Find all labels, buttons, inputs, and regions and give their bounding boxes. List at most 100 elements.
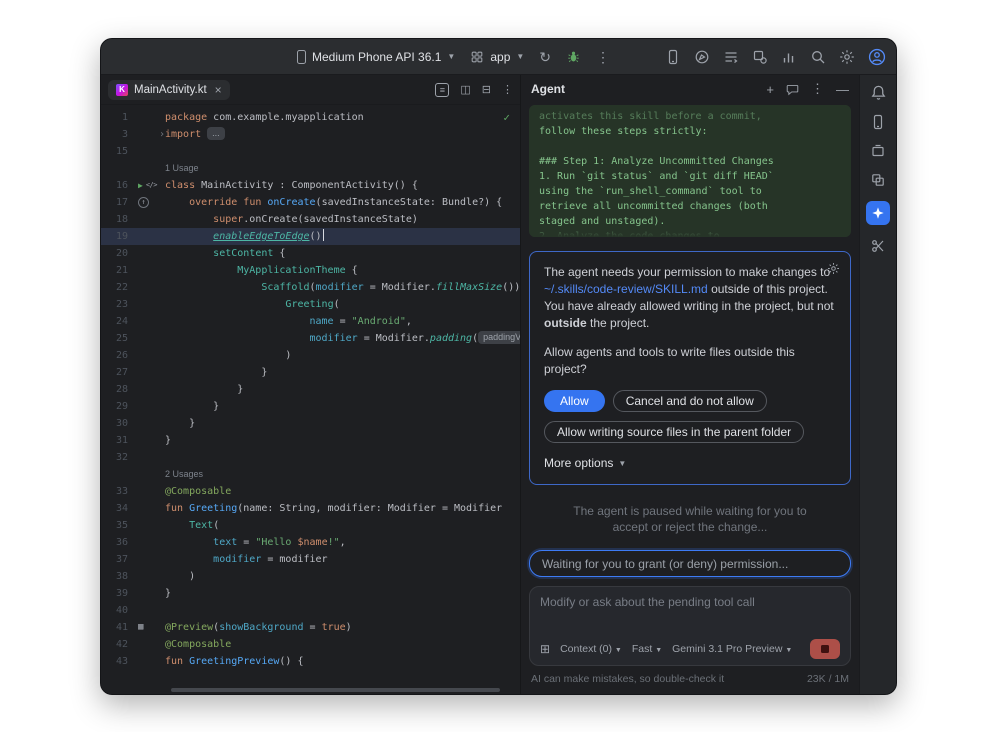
code-line[interactable]: 15 xyxy=(101,143,520,160)
code-line[interactable]: 40 xyxy=(101,602,520,619)
line-number[interactable]: 17 xyxy=(101,194,135,211)
split-down-icon[interactable]: ⊟ xyxy=(482,83,491,96)
line-number[interactable]: 16 xyxy=(101,177,135,194)
code-line[interactable]: 36 text = "Hello $name!", xyxy=(101,534,520,551)
line-number[interactable]: 42 xyxy=(101,636,135,653)
user-avatar[interactable] xyxy=(868,48,886,66)
code-line[interactable]: 33@Composable xyxy=(101,483,520,500)
code-line[interactable]: 23 Greeting( xyxy=(101,296,520,313)
code-line[interactable]: 31} xyxy=(101,432,520,449)
run-more-icon[interactable]: ⋮ xyxy=(596,50,610,64)
agent-more-icon[interactable]: ⋮ xyxy=(811,81,824,97)
line-number[interactable]: 18 xyxy=(101,211,135,228)
line-number[interactable]: 38 xyxy=(101,568,135,585)
line-number[interactable]: 34 xyxy=(101,500,135,517)
code-line[interactable]: 41▦@Preview(showBackground = true) xyxy=(101,619,520,636)
line-number[interactable] xyxy=(101,160,135,177)
usage-hint[interactable]: 2 Usages xyxy=(165,469,203,479)
debug-bug-icon[interactable] xyxy=(566,49,581,64)
code-line[interactable]: 39} xyxy=(101,585,520,602)
code-line[interactable]: 42@Composable xyxy=(101,636,520,653)
line-number[interactable]: 36 xyxy=(101,534,135,551)
stop-button[interactable] xyxy=(810,639,840,659)
line-number[interactable]: 27 xyxy=(101,364,135,381)
code-line[interactable]: 16▶</>class MainActivity : ComponentActi… xyxy=(101,177,520,194)
composer-input[interactable]: Modify or ask about the pending tool cal… xyxy=(529,586,851,666)
code-line[interactable]: 26 ) xyxy=(101,347,520,364)
code-line[interactable]: 1package com.example.myapplication xyxy=(101,109,520,126)
line-number[interactable]: 21 xyxy=(101,262,135,279)
inspection-check-icon[interactable]: ✓ xyxy=(503,111,510,124)
code-line[interactable]: 19 enableEdgeToEdge() xyxy=(101,228,520,245)
line-number[interactable]: 31 xyxy=(101,432,135,449)
app-inspection-icon[interactable] xyxy=(752,49,768,65)
line-number[interactable]: 25 xyxy=(101,330,135,347)
line-number[interactable]: 23 xyxy=(101,296,135,313)
line-number[interactable]: 33 xyxy=(101,483,135,500)
run-gutter-icon[interactable]: ▶ xyxy=(138,177,143,194)
code-line[interactable]: 28 } xyxy=(101,381,520,398)
allow-button[interactable]: Allow xyxy=(544,390,605,412)
device-manager-icon[interactable] xyxy=(694,49,710,65)
line-number[interactable]: 35 xyxy=(101,517,135,534)
editor-list-icon[interactable]: ≡ xyxy=(435,83,449,97)
notifications-bell-icon[interactable] xyxy=(870,84,887,101)
line-number[interactable]: 29 xyxy=(101,398,135,415)
build-tools-icon[interactable] xyxy=(870,238,886,254)
profiler-icon[interactable] xyxy=(781,49,797,65)
line-number[interactable]: 1 xyxy=(101,109,135,126)
code-line[interactable]: 29 } xyxy=(101,398,520,415)
horizontal-scrollbar[interactable] xyxy=(171,688,514,692)
model-dropdown[interactable]: Gemini 3.1 Pro Preview ▼ xyxy=(672,643,792,655)
search-icon[interactable] xyxy=(810,49,826,65)
code-line[interactable]: 25 modifier = Modifier.padding(paddingVa… xyxy=(101,330,520,347)
code-line[interactable]: 1 Usage xyxy=(101,160,520,177)
line-number[interactable]: 22 xyxy=(101,279,135,296)
device-selector[interactable]: Medium Phone API 36.1 ▼ xyxy=(297,50,455,64)
code-line[interactable]: 18 super.onCreate(savedInstanceState) xyxy=(101,211,520,228)
attach-context-icon[interactable]: ⊞ xyxy=(540,642,550,656)
code-line[interactable]: 22 Scaffold(modifier = Modifier.fillMaxS… xyxy=(101,279,520,296)
line-number[interactable]: 30 xyxy=(101,415,135,432)
code-line[interactable]: 27 } xyxy=(101,364,520,381)
new-chat-icon[interactable]: + xyxy=(766,82,774,97)
code-line[interactable]: 21 MyApplicationTheme { xyxy=(101,262,520,279)
code-line[interactable]: 35 Text( xyxy=(101,517,520,534)
code-line[interactable]: 3›import ... xyxy=(101,126,520,143)
context-dropdown[interactable]: Context (0) ▼ xyxy=(560,643,622,655)
line-number[interactable]: 41 xyxy=(101,619,135,636)
editor-more-icon[interactable]: ⋮ xyxy=(502,83,513,96)
code-line[interactable]: 37 modifier = modifier xyxy=(101,551,520,568)
line-number[interactable]: 43 xyxy=(101,653,135,670)
scrollbar-thumb[interactable] xyxy=(171,688,500,692)
override-gutter-icon[interactable]: ↑ xyxy=(138,197,149,208)
chat-history-icon[interactable] xyxy=(786,83,799,96)
code-editor[interactable]: 1package com.example.myapplication3›impo… xyxy=(101,105,520,694)
permission-wait-input[interactable]: Waiting for you to grant (or deny) permi… xyxy=(529,550,851,577)
tab-close-icon[interactable]: × xyxy=(215,83,222,97)
code-line[interactable]: 43fun GreetingPreview() { xyxy=(101,653,520,670)
agent-tool-window-icon[interactable] xyxy=(866,201,890,225)
line-number[interactable]: 39 xyxy=(101,585,135,602)
line-number[interactable]: 24 xyxy=(101,313,135,330)
code-line[interactable]: 17↑ override fun onCreate(savedInstanceS… xyxy=(101,194,520,211)
minimize-icon[interactable]: — xyxy=(836,82,849,97)
running-devices-icon[interactable] xyxy=(665,49,681,65)
logcat-icon[interactable] xyxy=(723,49,739,65)
line-number[interactable]: 3 xyxy=(101,126,135,143)
code-line[interactable]: 30 } xyxy=(101,415,520,432)
split-right-icon[interactable]: ◫ xyxy=(460,83,470,96)
allow-parent-folder-button[interactable]: Allow writing source files in the parent… xyxy=(544,421,804,443)
line-number[interactable]: 15 xyxy=(101,143,135,160)
code-line[interactable]: 2 Usages xyxy=(101,466,520,483)
more-options[interactable]: More options ▼ xyxy=(544,455,626,472)
tab-mainactivity[interactable]: K MainActivity.kt × xyxy=(108,80,230,100)
line-number[interactable]: 28 xyxy=(101,381,135,398)
line-number[interactable]: 40 xyxy=(101,602,135,619)
line-number[interactable]: 37 xyxy=(101,551,135,568)
line-number[interactable] xyxy=(101,466,135,483)
line-number[interactable]: 26 xyxy=(101,347,135,364)
speed-dropdown[interactable]: Fast ▼ xyxy=(632,643,662,655)
resource-manager-icon[interactable] xyxy=(870,143,886,159)
code-line[interactable]: 38 ) xyxy=(101,568,520,585)
